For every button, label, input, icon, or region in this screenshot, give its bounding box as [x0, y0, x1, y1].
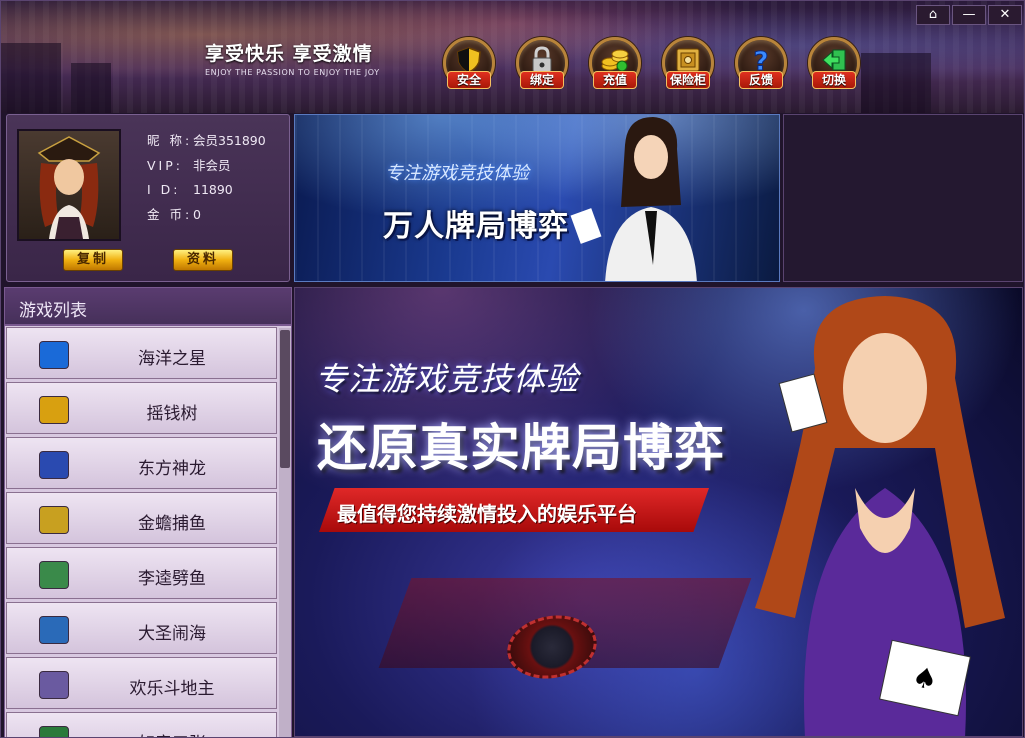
nickname-row: 昵 称: 会员351890 — [147, 129, 266, 154]
dealer-girl-image — [570, 117, 697, 281]
game-item-likui-fish[interactable]: 李逵劈鱼 — [6, 547, 277, 599]
game-item-ruyi-three-cards[interactable]: 如意三张 — [6, 712, 277, 737]
dragon-game-icon — [39, 451, 69, 479]
security-button[interactable]: 安全 — [441, 37, 497, 97]
doudizhu-game-icon — [39, 671, 69, 699]
cards-game-icon — [39, 726, 69, 737]
scrollbar-thumb[interactable] — [280, 330, 290, 468]
building-silhouette — [1, 43, 61, 113]
game-name: 金蟾捕鱼 — [138, 514, 206, 534]
game-item-money-tree[interactable]: 摇钱树 — [6, 382, 277, 434]
profile-info-button[interactable]: 资料 — [173, 249, 233, 271]
recharge-label: 充值 — [593, 71, 637, 89]
banner-small-tagline: 专注游戏竞技体验 — [385, 163, 529, 184]
safe-button[interactable]: 保险柜 — [660, 37, 716, 97]
toolbar: 安全 绑定 充值 保险柜 ? 反馈 切换 — [441, 37, 862, 97]
nickname-key: 昵 称: — [147, 133, 193, 148]
nickname-value: 会员351890 — [193, 133, 266, 148]
banner-small-headline: 万人牌局博弈 — [383, 209, 569, 244]
banner-main-ribbon: 最值得您持续激情投入的娱乐平台 — [319, 488, 709, 532]
game-item-golden-toad[interactable]: 金蟾捕鱼 — [6, 492, 277, 544]
game-list-header: 游戏列表 — [4, 287, 292, 325]
home-icon[interactable]: ⌂ — [916, 5, 950, 25]
game-name: 东方神龙 — [138, 459, 206, 479]
close-icon[interactable]: ✕ — [988, 5, 1022, 25]
game-list-title: 游戏列表 — [19, 301, 87, 321]
profile-panel: 昵 称: 会员351890 VIP: 非会员 I D: 11890 金 币: 0… — [6, 114, 290, 282]
question-icon: ? — [753, 47, 769, 75]
game-item-ocean-star[interactable]: 海洋之星 — [6, 327, 277, 379]
vip-key: VIP: — [147, 157, 183, 173]
monkey-king-game-icon — [39, 616, 69, 644]
right-empty-panel — [783, 114, 1023, 282]
copy-button[interactable]: 复制 — [63, 249, 123, 271]
coins-key: 金 币: — [147, 206, 193, 222]
building-silhouette — [861, 53, 931, 113]
game-list-scrollbar[interactable] — [279, 328, 291, 737]
bind-label: 绑定 — [520, 71, 564, 89]
slogan-chinese: 享受快乐 享受激情 — [205, 43, 373, 65]
game-name: 摇钱树 — [146, 404, 198, 424]
banner-main-tagline: 专注游戏竞技体验 — [315, 360, 580, 398]
game-name: 大圣闹海 — [138, 624, 206, 644]
switch-label: 切换 — [812, 71, 856, 89]
pirate-avatar-image — [37, 136, 101, 239]
promo-banner-main[interactable]: 专注游戏竞技体验 还原真实牌局博弈 最值得您持续激情投入的娱乐平台 ♠ — [294, 287, 1023, 737]
feedback-button[interactable]: ? 反馈 — [733, 37, 789, 97]
slogan-english: ENJOY THE PASSION TO ENJOY THE JOY — [205, 68, 380, 77]
shield-icon — [457, 47, 481, 73]
game-name: 如意三张 — [77, 729, 267, 737]
lock-icon — [532, 46, 552, 73]
security-label: 安全 — [447, 71, 491, 89]
game-name: 海洋之星 — [138, 349, 206, 369]
toad-game-icon — [39, 506, 69, 534]
switch-button[interactable]: 切换 — [806, 37, 862, 97]
ribbon-text: 最值得您持续激情投入的娱乐平台 — [337, 502, 637, 526]
minimize-icon[interactable]: — — [952, 5, 986, 25]
game-item-monkey-king-sea[interactable]: 大圣闹海 — [6, 602, 277, 654]
slogan: 享受快乐 享受激情 ENJOY THE PASSION TO ENJOY THE… — [205, 39, 380, 77]
money-tree-icon — [39, 396, 69, 424]
switch-arrow-icon — [822, 49, 846, 71]
likui-game-icon — [39, 561, 69, 589]
avatar — [17, 129, 121, 241]
bind-button[interactable]: 绑定 — [514, 37, 570, 97]
vip-row: VIP: 非会员 — [147, 154, 266, 179]
profile-info: 昵 称: 会员351890 VIP: 非会员 I D: 11890 金 币: 0 — [147, 129, 266, 227]
building-silhouette — [71, 63, 111, 113]
game-name: 李逵劈鱼 — [138, 569, 206, 589]
coins-icon — [601, 49, 629, 72]
game-item-eastern-dragon[interactable]: 东方神龙 — [6, 437, 277, 489]
svg-text:?: ? — [753, 47, 768, 74]
recharge-button[interactable]: 充值 — [587, 37, 643, 97]
safe-icon — [676, 48, 700, 72]
game-name: 欢乐斗地主 — [129, 679, 215, 699]
game-lobby-window: 享受快乐 享受激情 ENJOY THE PASSION TO ENJOY THE… — [0, 0, 1025, 738]
id-row: I D: 11890 — [147, 178, 266, 203]
banner-main-headline: 还原真实牌局博弈 — [317, 419, 725, 477]
id-value: 11890 — [193, 182, 233, 197]
coins-row: 金 币: 0 — [147, 203, 266, 228]
game-list: 海洋之星 摇钱树 东方神龙 金蟾捕鱼 李逵劈鱼 大圣闹海 欢乐斗地主 如意三张 — [4, 325, 292, 737]
dealer-girl-main-image: ♠ — [755, 296, 1005, 736]
id-key: I D: — [147, 182, 181, 197]
header: 享受快乐 享受激情 ENJOY THE PASSION TO ENJOY THE… — [1, 1, 1024, 113]
promo-banner-small[interactable]: 专注游戏竞技体验 万人牌局博弈 — [294, 114, 780, 282]
safe-label: 保险柜 — [666, 71, 710, 89]
window-controls: ⌂ — ✕ — [916, 5, 1022, 25]
fish-game-icon — [39, 341, 69, 369]
feedback-label: 反馈 — [739, 71, 783, 89]
vip-value: 非会员 — [193, 157, 231, 173]
coins-value: 0 — [193, 206, 201, 222]
game-item-doudizhu[interactable]: 欢乐斗地主 — [6, 657, 277, 709]
